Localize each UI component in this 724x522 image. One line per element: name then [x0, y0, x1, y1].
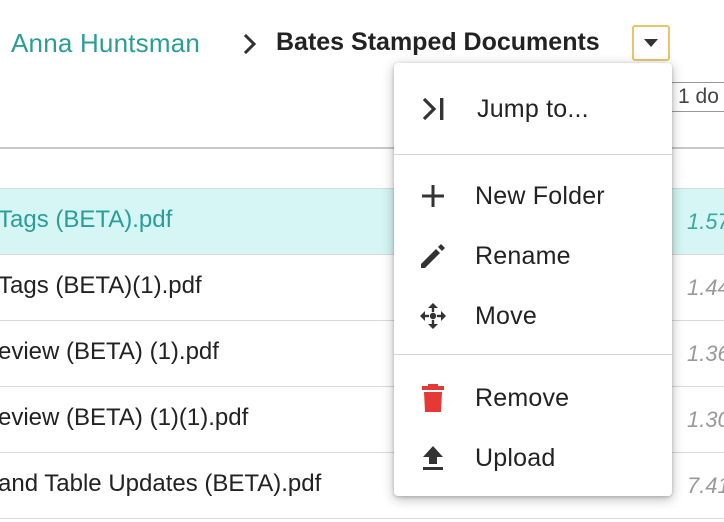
- file-name: and Table Updates (BETA).pdf: [0, 470, 322, 497]
- menu-divider: [394, 354, 672, 355]
- folder-options-dropdown-button[interactable]: [632, 25, 670, 61]
- file-size: 7.41 I: [686, 473, 724, 498]
- file-name: eview (BETA) (1)(1).pdf: [0, 404, 249, 431]
- file-name: Tags (BETA).pdf: [0, 206, 173, 233]
- menu-item-label: Rename: [475, 242, 571, 270]
- file-size: 1.57 I: [686, 209, 724, 234]
- folder-options-menu: Jump to... New Folder Rename Move Remove…: [394, 63, 672, 496]
- upload-icon: [423, 446, 443, 470]
- menu-item-label: Remove: [475, 384, 570, 412]
- table-bottom-divider: [0, 518, 724, 519]
- move-arrows-icon: [420, 303, 446, 329]
- jump-to-end-icon: [422, 97, 444, 121]
- breadcrumb-current-folder: Bates Stamped Documents: [276, 28, 600, 56]
- menu-item-rename[interactable]: Rename: [394, 227, 672, 283]
- menu-item-new-folder[interactable]: New Folder: [394, 167, 672, 223]
- chevron-right-icon: [243, 33, 257, 55]
- menu-item-jump-to[interactable]: Jump to...: [394, 80, 672, 136]
- menu-item-remove[interactable]: Remove: [394, 369, 672, 425]
- pencil-icon: [421, 244, 445, 268]
- menu-item-label: New Folder: [475, 182, 605, 210]
- menu-item-move[interactable]: Move: [394, 287, 672, 343]
- menu-divider: [394, 154, 672, 155]
- file-size: 1.44 I: [686, 275, 724, 300]
- file-size: 1.30 I: [686, 407, 724, 432]
- file-name: Tags (BETA)(1).pdf: [0, 272, 202, 299]
- file-size: 1.36 I: [686, 341, 724, 366]
- menu-item-upload[interactable]: Upload: [394, 429, 672, 485]
- caret-down-icon: [644, 39, 658, 47]
- menu-item-label: Move: [475, 302, 537, 330]
- menu-item-label: Upload: [475, 444, 556, 472]
- plus-icon: [422, 185, 444, 207]
- file-name: eview (BETA) (1).pdf: [0, 338, 219, 365]
- trash-icon: [422, 384, 444, 412]
- document-count-chip: 1 do: [670, 82, 724, 112]
- menu-item-label: Jump to...: [477, 95, 589, 123]
- breadcrumb-root-link[interactable]: Anna Huntsman: [11, 28, 200, 59]
